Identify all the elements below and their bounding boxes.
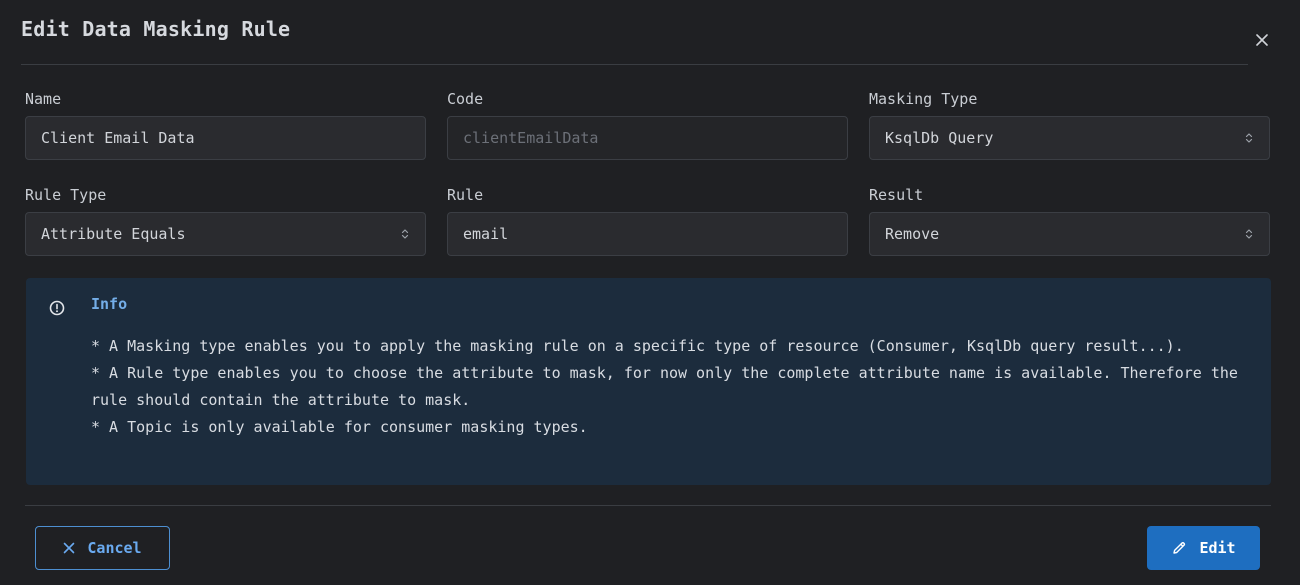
result-value: Remove (885, 225, 940, 243)
rule-type-value: Attribute Equals (41, 225, 186, 243)
edit-data-masking-rule-dialog: Edit Data Masking Rule Name Client Email… (0, 0, 1300, 585)
code-label: Code (447, 90, 484, 108)
rule-type-select[interactable]: Attribute Equals (25, 212, 426, 256)
result-label: Result (869, 186, 924, 204)
name-label: Name (25, 90, 62, 108)
footer-divider (25, 505, 1271, 506)
dialog-title: Edit Data Masking Rule (21, 17, 291, 41)
edit-label: Edit (1199, 539, 1236, 557)
chevron-updown-icon (400, 227, 410, 241)
result-select[interactable]: Remove (869, 212, 1270, 256)
code-input: clientEmailData (447, 116, 848, 160)
rule-input[interactable]: email (447, 212, 848, 256)
name-value: Client Email Data (41, 129, 195, 147)
rule-type-label: Rule Type (25, 186, 107, 204)
x-icon (63, 542, 75, 554)
pencil-icon (1171, 540, 1187, 556)
masking-type-label: Masking Type (869, 90, 978, 108)
masking-type-select[interactable]: KsqlDb Query (869, 116, 1270, 160)
chevron-updown-icon (1244, 227, 1254, 241)
info-circle-icon (49, 300, 65, 316)
info-line: * A Topic is only available for consumer… (91, 418, 588, 436)
info-line: * A Rule type enables you to choose the … (91, 364, 1247, 409)
edit-button[interactable]: Edit (1147, 526, 1260, 570)
cancel-button[interactable]: Cancel (35, 526, 170, 570)
info-line: * A Masking type enables you to apply th… (91, 337, 1184, 355)
info-title: Info (91, 295, 128, 313)
close-icon (1256, 34, 1268, 46)
chevron-updown-icon (1244, 131, 1254, 145)
info-alert: Info * A Masking type enables you to app… (26, 278, 1271, 485)
header-divider (21, 64, 1248, 65)
info-body: * A Masking type enables you to apply th… (91, 333, 1251, 441)
rule-label: Rule (447, 186, 484, 204)
close-button[interactable] (1250, 28, 1274, 52)
masking-type-value: KsqlDb Query (885, 129, 994, 147)
code-placeholder: clientEmailData (463, 129, 599, 147)
rule-value: email (463, 225, 509, 243)
cancel-label: Cancel (87, 539, 142, 557)
name-input[interactable]: Client Email Data (25, 116, 426, 160)
